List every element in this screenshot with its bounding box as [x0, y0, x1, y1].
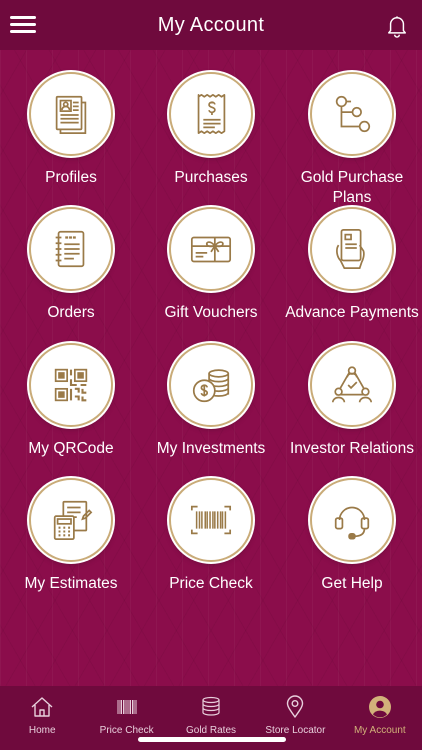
tile-profiles[interactable]: Profiles: [1, 72, 141, 188]
tile-circle: [29, 478, 113, 562]
tile-my-investments[interactable]: My Investments: [141, 343, 281, 459]
tile-my-estimates[interactable]: My Estimates: [1, 478, 141, 594]
app-header: My Account: [0, 0, 422, 50]
tile-label: Investor Relations: [289, 440, 415, 457]
account-menu-grid: Profiles Purchases Gold Purchase Plans O…: [0, 50, 422, 686]
tab-label: Home: [28, 725, 56, 736]
home-indicator[interactable]: [138, 737, 286, 742]
tile-circle: [29, 207, 113, 291]
tile-advance-payments[interactable]: Advance Payments: [282, 207, 422, 323]
tile-circle: [310, 207, 394, 291]
tile-label: My QRCode: [28, 440, 114, 457]
tile-circle: [310, 343, 394, 427]
tile-label: Get Help: [321, 575, 383, 592]
tile-circle: [169, 207, 253, 291]
gift-card-icon: [190, 236, 232, 263]
coin-stack-icon: [192, 369, 230, 403]
tab-label: Store Locator: [265, 725, 326, 736]
tile-circle: [310, 72, 394, 156]
tab-label: Gold Rates: [186, 725, 237, 736]
tile-orders[interactable]: Orders: [1, 207, 141, 323]
profile-document-icon: [55, 95, 87, 135]
tile-purchases[interactable]: Purchases: [141, 72, 281, 188]
tile-circle: [169, 478, 253, 562]
user-avatar-icon: [368, 696, 391, 718]
barcode-icon: [117, 700, 137, 714]
barcode-icon: [190, 505, 232, 535]
people-network-icon: [331, 366, 373, 403]
home-icon: [31, 697, 53, 717]
map-pin-icon: [287, 695, 304, 718]
flowchart-icon: [335, 95, 371, 133]
coins-icon: [202, 696, 220, 716]
tile-circle: [29, 72, 113, 156]
hamburger-menu-icon[interactable]: [10, 16, 36, 34]
tile-gold-purchase-plans[interactable]: Gold Purchase Plans: [282, 72, 422, 208]
tile-price-check[interactable]: Price Check: [141, 478, 281, 594]
card-in-hand-icon: [336, 228, 365, 270]
tile-investor-relations[interactable]: Investor Relations: [282, 343, 422, 459]
calculator-notepad-icon: [53, 500, 93, 541]
tile-my-qrcode[interactable]: My QRCode: [1, 343, 141, 459]
tile-gift-vouchers[interactable]: Gift Vouchers: [141, 207, 281, 323]
tile-circle: [169, 72, 253, 156]
tile-label: Advance Payments: [285, 304, 419, 321]
tile-label: Gold Purchase Plans: [300, 169, 404, 206]
tile-circle: [310, 478, 394, 562]
tab-my-account[interactable]: My Account: [338, 686, 422, 750]
tile-label: Orders: [47, 304, 95, 321]
tab-label: My Account: [353, 725, 406, 736]
list-notepad-icon: [55, 230, 85, 268]
tile-label: Gift Vouchers: [164, 304, 258, 321]
tile-circle: [29, 343, 113, 427]
tile-label: Profiles: [45, 169, 97, 186]
tab-label: Price Check: [99, 725, 154, 736]
tile-circle: [169, 343, 253, 427]
tile-label: My Estimates: [24, 575, 118, 592]
page-title: My Account: [157, 13, 265, 36]
bell-icon[interactable]: [386, 14, 408, 38]
qr-code-icon: [54, 368, 88, 402]
tab-home[interactable]: Home: [0, 686, 84, 750]
tile-label: Purchases: [174, 169, 248, 186]
receipt-icon: [197, 93, 226, 135]
tile-label: My Investments: [156, 440, 266, 457]
tile-label: Price Check: [169, 575, 253, 592]
tile-get-help[interactable]: Get Help: [282, 478, 422, 594]
headset-icon: [334, 506, 370, 540]
